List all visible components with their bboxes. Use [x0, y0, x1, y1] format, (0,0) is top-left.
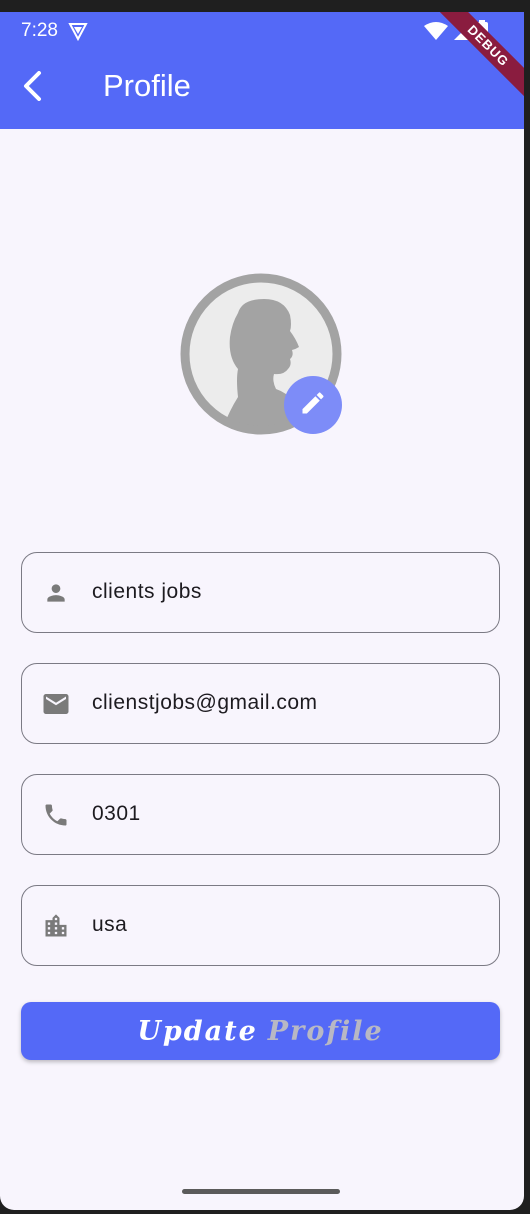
- update-button-word1: Update: [137, 1015, 258, 1047]
- name-field[interactable]: clients jobs: [21, 552, 500, 633]
- vpn-icon: [68, 21, 88, 46]
- app-bar: 7:28 DEBUG Profile: [0, 12, 524, 129]
- back-button[interactable]: [14, 70, 50, 106]
- person-icon: [41, 578, 71, 608]
- pencil-icon: [299, 389, 327, 422]
- chevron-left-icon: [21, 70, 43, 106]
- phone-value: 0301: [92, 802, 141, 825]
- name-value: clients jobs: [92, 580, 202, 603]
- email-field[interactable]: clienstjobs@gmail.com: [21, 663, 500, 744]
- edit-avatar-button[interactable]: [284, 376, 342, 434]
- update-button-word2: Profile: [267, 1015, 384, 1047]
- city-field[interactable]: usa: [21, 885, 500, 966]
- location-city-icon: [41, 911, 71, 941]
- status-time: 7:28: [21, 20, 58, 41]
- phone-icon: [41, 800, 71, 830]
- screen: 7:28 DEBUG Profile clients jobs clienstj…: [0, 12, 524, 1210]
- email-value: clienstjobs@gmail.com: [92, 691, 318, 714]
- device-top-frame: [0, 0, 530, 12]
- update-profile-button[interactable]: Update Profile: [21, 1002, 500, 1060]
- wifi-icon: [424, 21, 448, 46]
- email-icon: [41, 689, 71, 719]
- home-indicator[interactable]: [182, 1189, 340, 1194]
- city-value: usa: [92, 913, 128, 936]
- phone-field[interactable]: 0301: [21, 774, 500, 855]
- page-title: Profile: [103, 68, 191, 103]
